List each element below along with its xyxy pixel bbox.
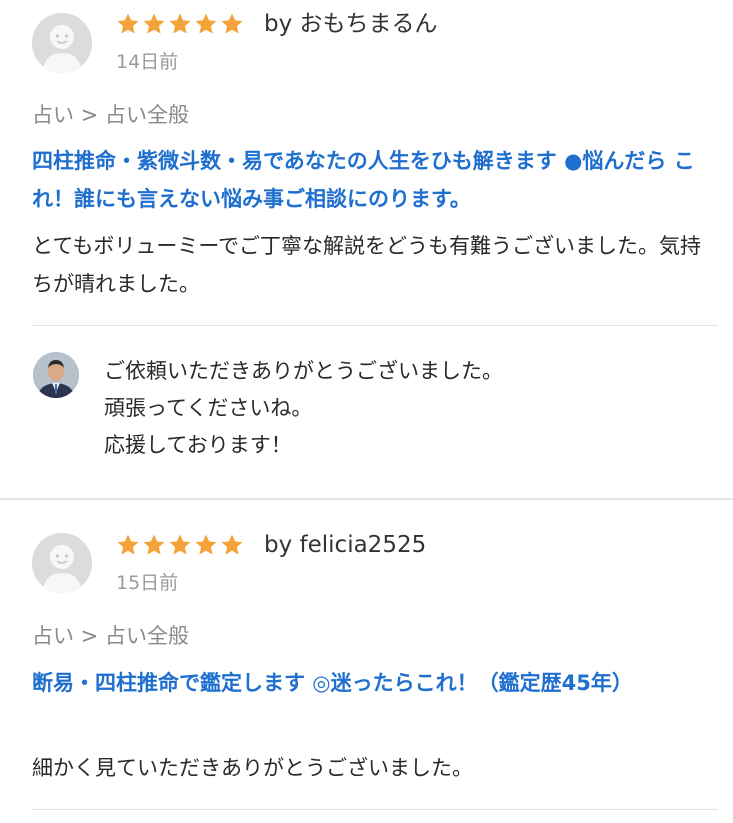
reply-line: ご依頼いただきありがとうございました。 (104, 359, 503, 383)
star-icon (169, 534, 191, 555)
review-item: by felicia2525 15日前 占い > 占い全般 断易・四柱推命で鑑定… (0, 500, 733, 823)
reviewer-name[interactable]: by felicia2525 (264, 530, 426, 560)
service-title-link[interactable]: 断易・四柱推命で鑑定します ◎迷ったらこれ！（鑑定歴45年） (32, 664, 702, 702)
reply-line: 応援しております！ (104, 433, 292, 457)
divider (32, 325, 718, 326)
rating-stars (116, 533, 244, 557)
star-icon (195, 534, 217, 555)
category-breadcrumb[interactable]: 占い > 占い全般 (32, 100, 189, 130)
service-title-link[interactable]: 四柱推命・紫微斗数・易であなたの人生をひも解きます ●悩んだら これ！誰にも言え… (32, 142, 702, 218)
reply-line: 頑張ってくださいね。 (104, 396, 313, 420)
review-body: とてもボリューミーでご丁寧な解説をどうも有難うございました。気持ちが晴れました。 (32, 234, 702, 296)
review-date: 15日前 (116, 572, 179, 594)
review-item: by おもちまるん 14日前 占い > 占い全般 四柱推命・紫微斗数・易であなた… (0, 0, 733, 500)
star-icon (143, 534, 165, 555)
reviewer-name[interactable]: by おもちまるん (264, 9, 438, 39)
star-icon (117, 534, 139, 555)
review-date: 14日前 (116, 51, 179, 73)
star-icon (221, 13, 243, 34)
star-icon (117, 13, 139, 34)
divider (32, 809, 718, 810)
star-icon (169, 13, 191, 34)
seller-reply: ご依頼いただきありがとうございました。 頑張ってくださいね。 応援しております！ (104, 353, 704, 464)
review-body: 細かく見ていただきありがとうございました。 (32, 756, 473, 780)
user-avatar-icon[interactable] (32, 533, 92, 593)
user-avatar-icon[interactable] (32, 13, 92, 73)
category-breadcrumb[interactable]: 占い > 占い全般 (32, 621, 189, 651)
rating-stars (116, 12, 244, 36)
seller-avatar[interactable] (33, 352, 79, 398)
star-icon (143, 13, 165, 34)
star-icon (221, 534, 243, 555)
star-icon (195, 13, 217, 34)
